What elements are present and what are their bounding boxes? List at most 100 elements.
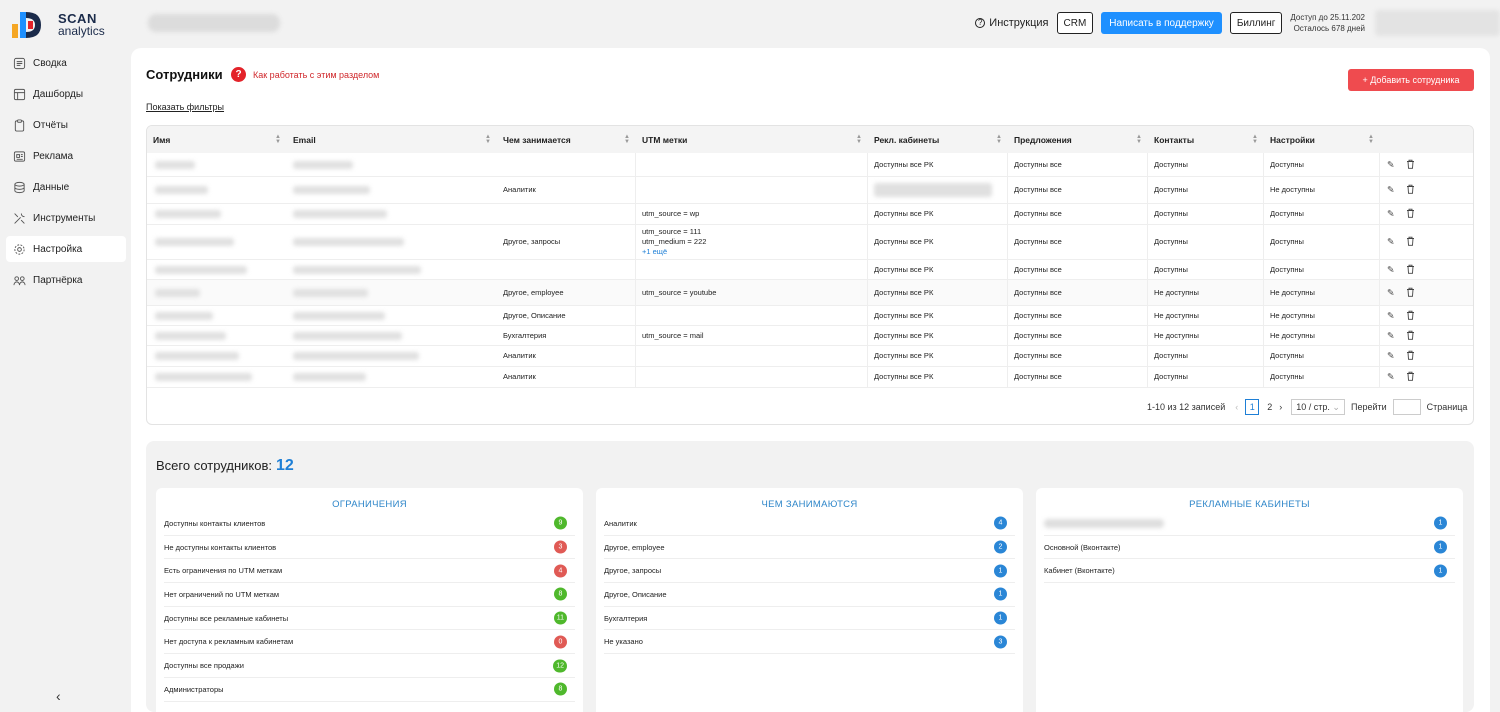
employee-email-blurred [293,210,387,218]
table-row[interactable]: Другое, запросы utm_source = 111 utm_mediu… [147,225,1473,260]
edit-icon[interactable]: ✎ [1387,310,1395,321]
cell-divider [1379,225,1380,259]
edit-icon[interactable]: ✎ [1387,185,1395,196]
trash-icon[interactable] [1406,350,1415,362]
sidebar-item-summary[interactable]: Сводка [6,50,126,76]
page-button[interactable]: 2 [1267,402,1272,412]
edit-icon[interactable]: ✎ [1387,237,1395,248]
trash-icon[interactable] [1406,371,1415,383]
column-header-activity[interactable]: Чем занимается ▲ ▼ [497,126,636,153]
trash-icon[interactable] [1406,287,1415,299]
trash-icon[interactable] [1406,184,1415,196]
sort-icon[interactable]: ▲ ▼ [485,134,491,145]
show-filters-link[interactable]: Показать фильтры [146,102,224,112]
employee-email-blurred [293,160,353,169]
trash-icon[interactable] [1406,236,1415,248]
employee-email-blurred [293,352,419,360]
sort-icon[interactable]: ▲ ▼ [1368,134,1374,145]
cell-contacts: Доступны [1154,372,1188,381]
page-button-current[interactable]: 1 [1245,399,1260,415]
table-row[interactable]: Аналитик Доступны все РК Доступны все Досту… [147,367,1473,388]
sort-icon[interactable]: ▲ ▼ [1136,134,1142,145]
cell-activity: Другое, запросы [503,237,561,246]
trash-icon[interactable] [1406,208,1415,220]
column-header-settings[interactable]: Настройки ▲ ▼ [1264,126,1380,153]
table-row[interactable]: utm_source = wp Доступны все РК Доступны в… [147,204,1473,225]
table-row[interactable]: Другое, employee utm_source = youtube Дост… [147,280,1473,306]
sort-icon[interactable]: ▲ ▼ [275,134,281,145]
utm-more-link[interactable]: +1 ещё [642,247,706,257]
cell-utm: utm_source = mail [636,326,703,345]
trash-icon[interactable] [1406,159,1415,171]
page-size-select[interactable]: 10 / стр. ⌄ [1291,399,1345,415]
card-title: РЕКЛАМНЫЕ КАБИНЕТЫ [1189,499,1310,510]
cell-utm [636,367,642,387]
table-row[interactable]: Аналитик Доступны все РК Доступны все Досту… [147,346,1473,367]
summary-item-label: Не указано [604,637,643,647]
sort-icon[interactable]: ▲ ▼ [996,134,1002,145]
ad-accounts-blurred [874,183,992,197]
edit-icon[interactable]: ✎ [1387,330,1395,341]
sidebar-item-ads[interactable]: Реклама [6,143,126,169]
scan-analytics-logo[interactable]: SCAN analytics [11,8,131,40]
sidebar-item-partners[interactable]: Партнёрка [6,267,126,293]
partners-icon [13,275,26,285]
cell-offers: Доступны все [1014,159,1062,169]
summary-icon [13,57,26,69]
instruction-link[interactable]: ? Инструкция [975,17,1049,29]
cell-settings: Не доступны [1270,287,1315,297]
next-page-icon[interactable]: › [1279,402,1282,412]
cell-settings: Доступны [1270,351,1304,360]
edit-icon[interactable]: ✎ [1387,351,1395,362]
edit-icon[interactable]: ✎ [1387,264,1395,275]
table-row[interactable]: Аналитик Доступны все Доступны Не доступны ✎ [147,177,1473,204]
help-link[interactable]: Как работать с этим разделом [253,70,379,80]
utm-tag: utm_medium = 222 [642,237,707,246]
sidebar-item-reports[interactable]: Отчёты [6,112,126,138]
sidebar-item-data[interactable]: Данные [6,174,126,200]
help-icon[interactable]: ? [231,67,246,82]
employee-name-blurred [155,238,234,246]
column-header-offers[interactable]: Предложения ▲ ▼ [1008,126,1148,153]
support-button[interactable]: Написать в поддержку [1101,12,1222,34]
user-menu[interactable] [1375,10,1500,36]
instruction-label: Инструкция [989,17,1049,29]
table-row[interactable]: Другое, Описание Доступны все РК Доступны … [147,306,1473,326]
column-header-name[interactable]: Имя ▲ ▼ [147,126,287,153]
trash-icon[interactable] [1406,330,1415,342]
cell-activity: Аналитик [503,185,536,194]
edit-icon[interactable]: ✎ [1387,287,1395,298]
column-header-utm[interactable]: UTM метки ▲ ▼ [636,126,868,153]
cell-ad-accounts: Доступны все РК [874,264,934,274]
prev-page-icon[interactable]: ‹ [1235,402,1238,412]
crm-button[interactable]: CRM [1056,12,1094,34]
sidebar-item-settings[interactable]: Настройка [6,236,126,262]
table-row[interactable]: Доступны все РК Доступны все Доступны Досту… [147,153,1473,177]
column-header-ads[interactable]: Рекл. кабинеты ▲ ▼ [868,126,1008,153]
add-employee-button[interactable]: + Добавить сотрудника [1348,69,1474,91]
cell-activity [497,204,503,224]
cell-settings: Доступны [1270,372,1304,381]
trash-icon[interactable] [1406,310,1415,322]
sidebar-item-label: Инструменты [33,212,96,224]
column-header-email[interactable]: Email ▲ ▼ [287,126,497,153]
utm-tag: utm_source = youtube [642,287,717,297]
sort-icon[interactable]: ▲ ▼ [624,134,630,145]
column-header-contacts[interactable]: Контакты ▲ ▼ [1148,126,1264,153]
sidebar-item-dashboards[interactable]: Дашборды [6,81,126,107]
sort-icon[interactable]: ▲ ▼ [856,134,862,145]
goto-page-input[interactable] [1392,399,1421,415]
collapse-sidebar-button[interactable]: ‹ [56,688,61,704]
cell-divider [1379,260,1380,279]
sidebar-item-tools[interactable]: Инструменты [6,205,126,231]
table-row[interactable]: Доступны все РК Доступны все Доступны Досту… [147,260,1473,280]
trash-icon[interactable] [1406,264,1415,276]
project-selector[interactable] [148,14,280,32]
cell-contacts: Доступны [1154,351,1188,360]
edit-icon[interactable]: ✎ [1387,372,1395,383]
billing-button[interactable]: Биллинг [1229,12,1283,34]
sort-icon[interactable]: ▲ ▼ [1252,134,1258,145]
edit-icon[interactable]: ✎ [1387,159,1395,170]
edit-icon[interactable]: ✎ [1387,209,1395,220]
table-row[interactable]: Бухгалтерия utm_source = mail Доступны все… [147,326,1473,346]
